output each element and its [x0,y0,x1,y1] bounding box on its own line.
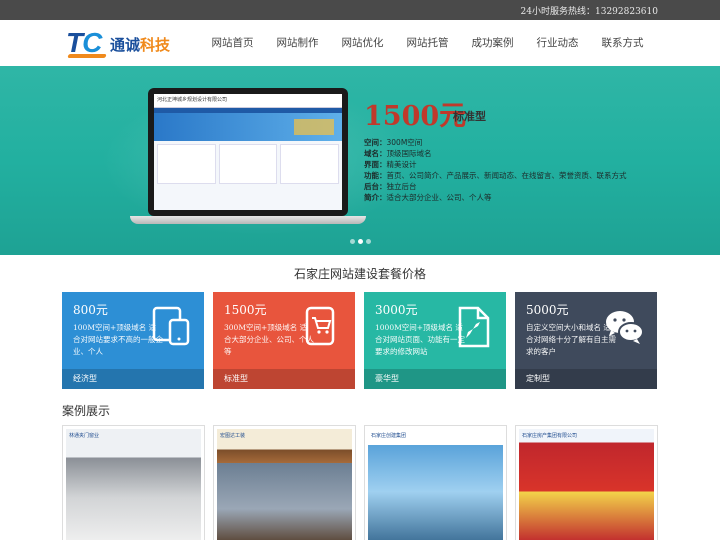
case-list: 林通夹门窗业 宏图达工装 石家庄创建集团 石家庄房产集团有限公司 [62,425,658,540]
package-label: 豪华型 [364,369,506,389]
spec-row: 空间： 300M空间 [364,138,423,147]
package-price: 5000元 [526,303,569,317]
slider-dot-active[interactable] [358,239,363,244]
spec-row: 功能： 首页、公司简介、产品展示、新闻动态、在线留言、荣誉资质、联系方式 [364,171,627,180]
case-card[interactable]: 石家庄创建集团 [364,425,507,540]
package-list: 800元 100M空间+顶级域名 适合对网站要求不高的一般企业、个人 经济型 1… [62,292,658,389]
spec-row: 界面： 精美设计 [364,160,417,169]
nav-item-seo[interactable]: 网站优化 [330,20,395,66]
hero-banner[interactable]: 河北正坤城乡规划设计有限公司 1500元 标准型 空间： 300M空间 域名： 顶级… [0,66,720,255]
slider-dots [350,239,371,244]
monitor-mockup: 河北正坤城乡规划设计有限公司 [148,88,348,216]
spec-row: 域名： 顶级国际域名 [364,149,432,158]
logo[interactable]: TC 通诚科技 [66,27,206,61]
case-thumbnail: 宏图达工装 [217,429,352,540]
case-thumbnail: 石家庄房产集团有限公司 [519,429,654,540]
slider-dot[interactable] [350,239,355,244]
cart-icon [305,306,335,346]
nav-item-cases[interactable]: 成功案例 [460,20,525,66]
rocket-icon [458,306,490,348]
package-card-standard[interactable]: 1500元 300M空间+顶级域名 适合大部分企业、公司、个人等 标准型 [213,292,355,389]
spec-row: 后台： 独立后台 [364,182,417,191]
devices-icon [152,306,190,346]
package-price: 3000元 [375,303,418,317]
package-price: 800元 [73,303,108,317]
website-preview: 河北正坤城乡规划设计有限公司 [154,94,342,210]
monitor-stand [130,216,366,224]
top-bar: 24小时服务热线：13292823610 [0,0,720,20]
header: TC 通诚科技 网站首页 网站制作 网站优化 网站托管 成功案例 行业动态 联系… [0,20,720,66]
banner-price: 1500元 [364,101,467,132]
case-thumbnail: 石家庄创建集团 [368,429,503,540]
package-card-custom[interactable]: 5000元 自定义空间大小和域名 适合对网络十分了解有自主需求的客户 定制型 [515,292,657,389]
case-caption: 宏图达工装 [220,433,246,439]
nav-item-news[interactable]: 行业动态 [525,20,590,66]
slider-dot[interactable] [366,239,371,244]
package-card-economy[interactable]: 800元 100M空间+顶级域名 适合对网站要求不高的一般企业、个人 经济型 [62,292,204,389]
logo-swoosh [67,54,107,58]
case-caption: 林通夹门窗业 [69,433,100,439]
package-label: 定制型 [515,369,657,389]
banner-specs: 空间： 300M空间 域名： 顶级国际域名 界面： 精美设计 功能： 首页、公司简介、产… [364,137,627,203]
hotline-text: 24小时服务热线：13292823610 [520,7,658,17]
cases-heading: 案例展示 [62,404,111,418]
package-price: 1500元 [224,303,267,317]
package-label: 经济型 [62,369,204,389]
packages-heading: 石家庄网站建设套餐价格 [293,267,426,281]
case-card[interactable]: 林通夹门窗业 [62,425,205,540]
main-nav: 网站首页 网站制作 网站优化 网站托管 成功案例 行业动态 联系方式 [200,20,655,66]
nav-item-hosting[interactable]: 网站托管 [395,20,460,66]
nav-item-contact[interactable]: 联系方式 [590,20,655,66]
package-card-deluxe[interactable]: 3000元 1000M空间+顶级域名 适合对网站页面、功能有一定要求的修改网站 … [364,292,506,389]
case-thumbnail: 林通夹门窗业 [66,429,201,540]
case-caption: 石家庄房产集团有限公司 [522,433,578,439]
nav-item-home[interactable]: 网站首页 [200,20,265,66]
nav-item-web-design[interactable]: 网站制作 [265,20,330,66]
case-caption: 石家庄创建集团 [371,433,407,439]
spec-row: 简介： 适合大部分企业、公司、个人等 [364,193,492,202]
banner-plan-name: 标准型 [453,110,486,123]
wechat-icon [606,311,644,344]
logo-text: 通诚科技 [110,36,171,54]
case-card[interactable]: 宏图达工装 [213,425,356,540]
package-label: 标准型 [213,369,355,389]
preview-title: 河北正坤城乡规划设计有限公司 [154,94,342,108]
case-card[interactable]: 石家庄房产集团有限公司 [515,425,658,540]
